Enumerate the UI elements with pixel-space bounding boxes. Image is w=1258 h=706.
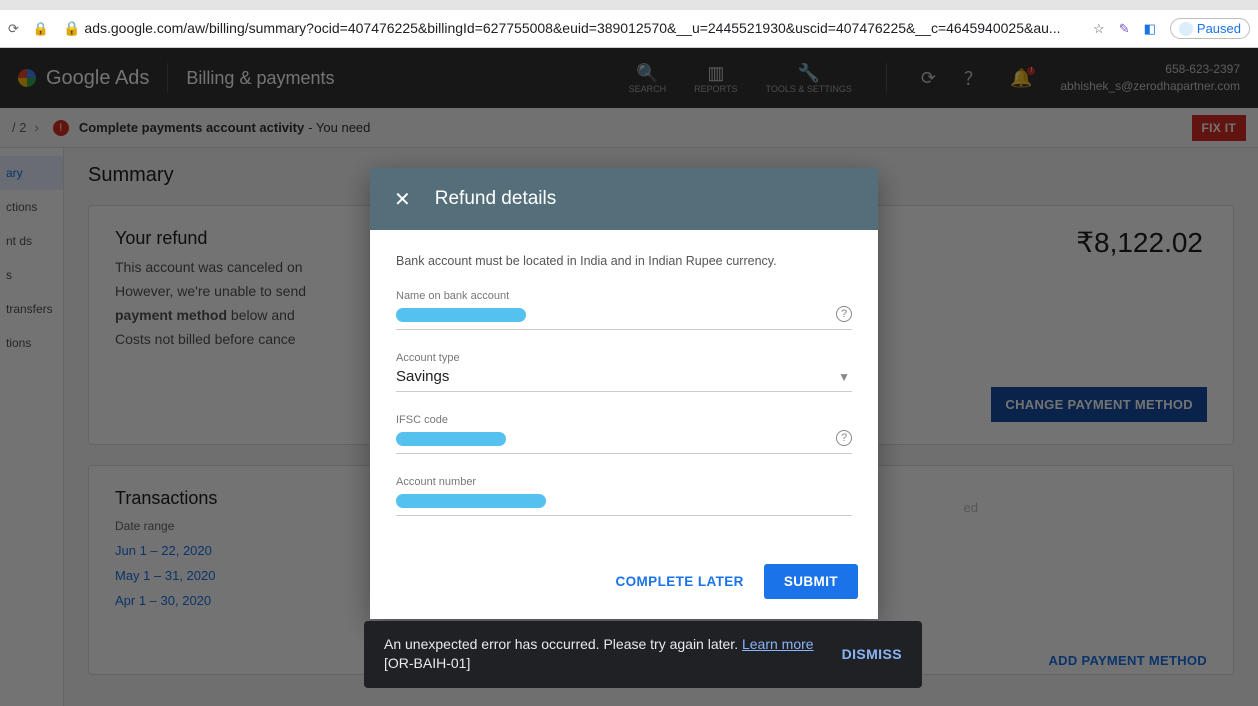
url-text[interactable]: 🔒 ads.google.com/aw/billing/summary?ocid… bbox=[63, 20, 1079, 37]
browser-address-bar: ⟳ 🔒 🔒 ads.google.com/aw/billing/summary?… bbox=[0, 10, 1258, 48]
name-on-account-field[interactable]: Name on bank account ? bbox=[396, 290, 852, 330]
name-value[interactable] bbox=[396, 302, 852, 330]
account-number-field[interactable]: Account number bbox=[396, 476, 852, 516]
toast-message: An unexpected error has occurred. Please… bbox=[384, 635, 814, 674]
redacted-name bbox=[396, 308, 526, 322]
bookmark-star-icon[interactable]: ☆ bbox=[1093, 21, 1105, 37]
extension-icon-2[interactable]: ◧ bbox=[1144, 21, 1156, 37]
error-toast: An unexpected error has occurred. Please… bbox=[364, 621, 922, 688]
extension-icon-1[interactable]: ✎ bbox=[1119, 21, 1130, 37]
ifsc-field[interactable]: IFSC code ? bbox=[396, 414, 852, 454]
chevron-down-icon: ▼ bbox=[838, 370, 850, 384]
account-type-field[interactable]: Account type Savings ▼ bbox=[396, 352, 852, 392]
modal-hint: Bank account must be located in India an… bbox=[396, 254, 852, 268]
dismiss-button[interactable]: DISMISS bbox=[842, 646, 902, 662]
ifsc-value[interactable] bbox=[396, 426, 852, 454]
modal-actions: COMPLETE LATER SUBMIT bbox=[370, 550, 878, 619]
browser-tabstrip bbox=[0, 0, 1258, 10]
lock-icon: 🔒 bbox=[33, 21, 49, 37]
ifsc-label: IFSC code bbox=[396, 414, 852, 426]
account-type-label: Account type bbox=[396, 352, 852, 364]
submit-button[interactable]: SUBMIT bbox=[764, 564, 858, 599]
learn-more-link[interactable]: Learn more bbox=[742, 636, 814, 652]
close-icon[interactable]: ✕ bbox=[394, 187, 411, 212]
account-number-label: Account number bbox=[396, 476, 852, 488]
name-label: Name on bank account bbox=[396, 290, 852, 302]
profile-paused-chip[interactable]: Paused bbox=[1170, 18, 1250, 39]
modal-title: Refund details bbox=[435, 188, 556, 210]
modal-header: ✕ Refund details bbox=[370, 168, 878, 230]
help-icon[interactable]: ? bbox=[836, 306, 852, 322]
help-icon[interactable]: ? bbox=[836, 430, 852, 446]
account-type-value[interactable]: Savings bbox=[396, 364, 852, 392]
redacted-ifsc bbox=[396, 432, 506, 446]
redacted-account-number bbox=[396, 494, 546, 508]
avatar-dot bbox=[1179, 22, 1193, 36]
text-fragment-ed: ed bbox=[964, 500, 978, 515]
reload-icon[interactable]: ⟳ bbox=[8, 21, 19, 37]
complete-later-button[interactable]: COMPLETE LATER bbox=[615, 574, 743, 589]
account-number-value[interactable] bbox=[396, 488, 852, 516]
error-code: [OR-BAIH-01] bbox=[384, 654, 814, 674]
refund-details-modal: ✕ Refund details Bank account must be lo… bbox=[370, 168, 878, 619]
